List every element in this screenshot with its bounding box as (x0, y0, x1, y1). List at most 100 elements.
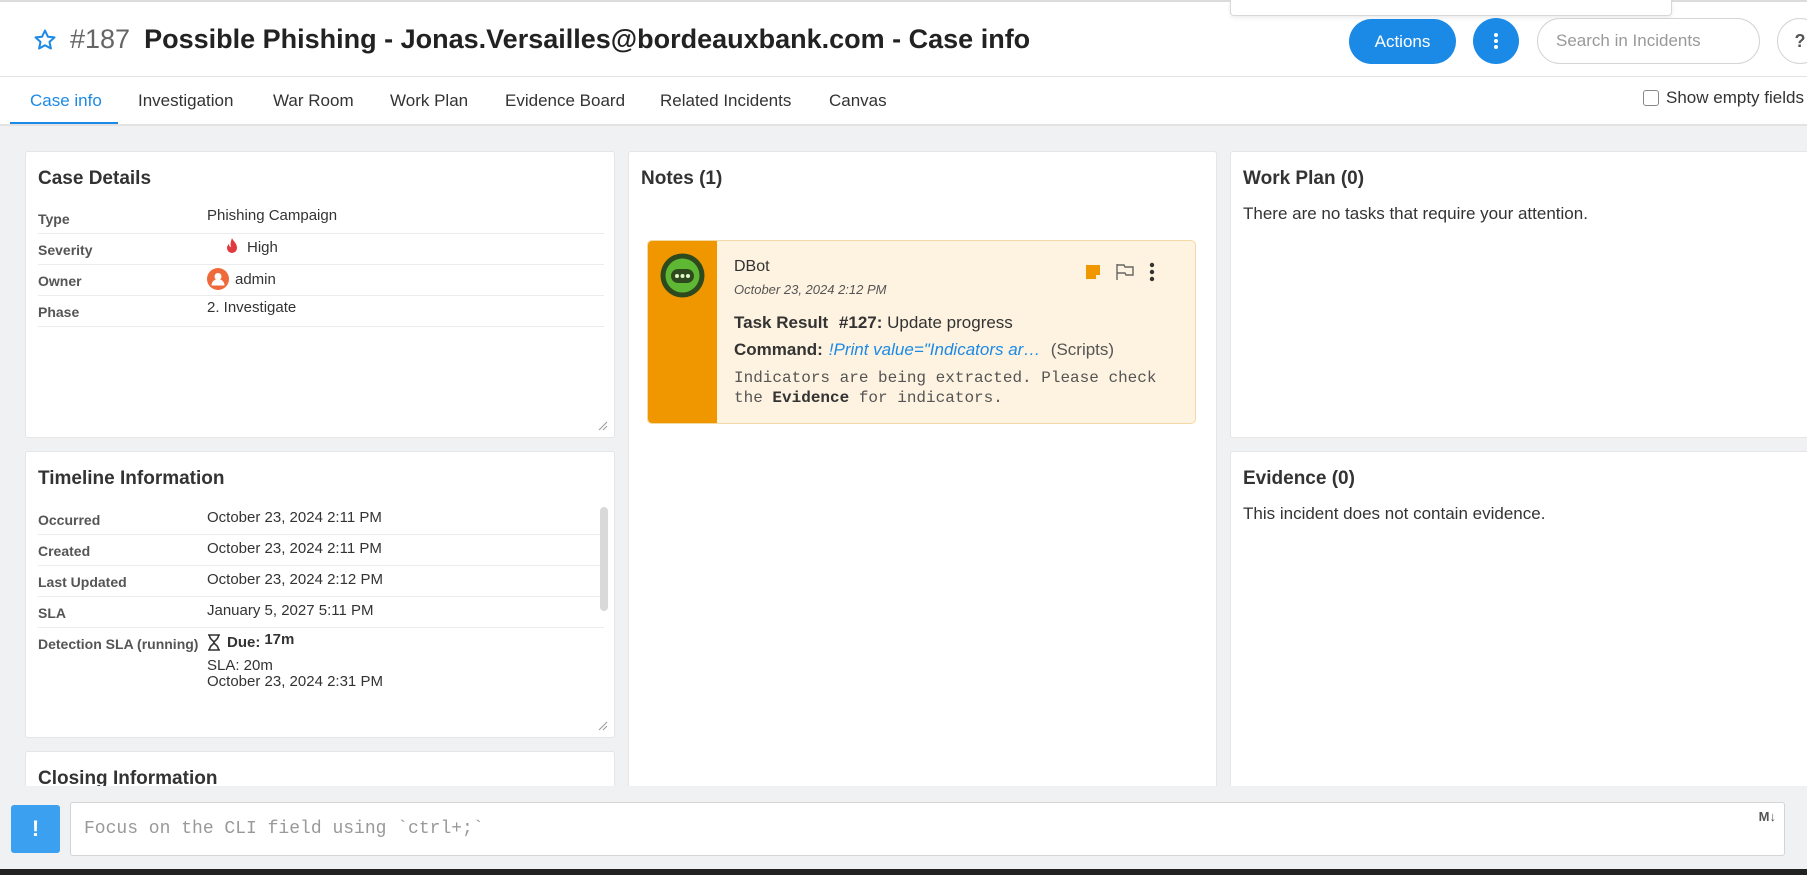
note-color-bar (648, 241, 717, 423)
field-label: Owner (38, 273, 82, 289)
owner-label: admin (235, 270, 276, 288)
due-label: Due: (227, 634, 261, 651)
field-value: October 23, 2024 2:11 PM (207, 540, 382, 557)
timeline-row-occurred: Occurred October 23, 2024 2:11 PM (38, 504, 604, 535)
notes-title: Notes (1) (641, 168, 723, 189)
detail-row-type: Type Phishing Campaign (38, 203, 604, 234)
timeline-title: Timeline Information (38, 468, 225, 489)
show-empty-fields-toggle[interactable]: Show empty fields (1643, 88, 1804, 108)
note-author: DBot (734, 258, 770, 275)
search-incidents-input[interactable]: Search in Incidents (1537, 18, 1760, 64)
resize-handle-icon[interactable] (596, 419, 608, 431)
page-header: #187 Possible Phishing - Jonas.Versaille… (0, 0, 1807, 77)
field-label: Occurred (38, 512, 101, 528)
timeline-information-card: Timeline Information Occurred October 23… (25, 451, 615, 738)
field-value: October 23, 2024 2:12 PM (207, 571, 383, 588)
flame-icon (223, 237, 241, 257)
note-body-text-end: for indicators. (849, 389, 1003, 407)
note-actions (1085, 262, 1155, 282)
field-label: Last Updated (38, 574, 127, 590)
note-item: DBot October 23, 2024 2:12 PM Task Resul… (647, 240, 1196, 424)
type-value: Phishing Campaign (207, 207, 338, 224)
more-options-button[interactable] (1473, 18, 1519, 64)
actions-button[interactable]: Actions (1349, 19, 1456, 64)
phase-label: 2. Investigate (207, 299, 297, 316)
case-details-title: Case Details (38, 168, 152, 189)
task-result-line: Task Result #127: Update progress (734, 313, 1013, 333)
field-label: Phase (38, 304, 80, 320)
active-tab-indicator (10, 122, 118, 124)
command-label: Command: (734, 340, 823, 359)
due-value: 17m (264, 631, 295, 648)
work-plan-empty-text: There are no tasks that require your att… (1243, 204, 1588, 223)
field-label: Type (38, 211, 70, 227)
case-title: Possible Phishing - Jonas.Versailles@bor… (144, 24, 1031, 54)
work-plan-title: Work Plan (0) (1243, 168, 1365, 189)
timeline-row-detection-sla: Detection SLA (running) Due: 17m SLA: 20… (38, 628, 604, 718)
detail-row-severity: Severity High (38, 234, 604, 265)
evidence-title: Evidence (0) (1243, 468, 1355, 489)
hourglass-icon (208, 634, 220, 651)
sla-due: Due: 17m (207, 631, 295, 651)
tab-bar: Case info Investigation War Room Work Pl… (0, 77, 1807, 126)
case-number: #187 (70, 24, 131, 54)
cli-placeholder: Focus on the CLI field using `ctrl+;` (84, 819, 484, 839)
tab-canvas[interactable]: Canvas (829, 77, 887, 124)
owner-value[interactable]: admin (207, 268, 276, 290)
field-value[interactable]: Phishing Campaign (207, 207, 337, 224)
markdown-icon[interactable]: M↓ (1759, 809, 1776, 824)
tab-work-plan[interactable]: Work Plan (390, 77, 468, 124)
vertical-dots-icon (1494, 33, 1498, 49)
evidence-card: Evidence (0) This incident does not cont… (1230, 451, 1807, 811)
tab-war-room[interactable]: War Room (273, 77, 354, 124)
timeline-row-sla: SLA January 5, 2027 5:11 PM (38, 597, 604, 628)
timeline-row-last-updated: Last Updated October 23, 2024 2:12 PM (38, 566, 604, 597)
note-date: October 23, 2024 2:12 PM (734, 282, 887, 297)
phase-value[interactable]: 2. Investigate (207, 299, 296, 316)
flag-icon[interactable] (1115, 263, 1135, 281)
help-button[interactable]: ? (1777, 18, 1807, 64)
tab-evidence-board[interactable]: Evidence Board (505, 77, 625, 124)
tab-related-incidents[interactable]: Related Incidents (660, 77, 791, 124)
show-empty-fields-label: Show empty fields (1666, 88, 1804, 107)
tab-case-info[interactable]: Case info (30, 77, 102, 124)
star-icon[interactable] (33, 28, 57, 52)
evidence-empty-text: This incident does not contain evidence. (1243, 504, 1546, 523)
note-icon[interactable] (1085, 264, 1101, 280)
detail-row-phase: Phase 2. Investigate (38, 296, 604, 327)
cli-command-prefix-button[interactable]: ! (11, 805, 60, 853)
vertical-dots-icon[interactable] (1149, 262, 1155, 282)
work-plan-card: Work Plan (0) There are no tasks that re… (1230, 151, 1807, 438)
field-label: Created (38, 543, 91, 559)
command-link[interactable]: !Print value="Indicators are being extra… (829, 340, 1045, 360)
resize-handle-icon[interactable] (596, 719, 608, 731)
detail-row-owner: Owner admin (38, 265, 604, 296)
page-title: #187 Possible Phishing - Jonas.Versaille… (33, 24, 1030, 55)
show-empty-fields-checkbox[interactable] (1643, 90, 1659, 106)
task-name: Update progress (887, 313, 1013, 332)
field-value: October 23, 2024 2:11 PM (207, 509, 382, 526)
scrollbar-thumb[interactable] (600, 507, 608, 611)
note-body: Indicators are being extracted. Please c… (734, 368, 1174, 408)
sla-duration: SLA: 20m (207, 657, 273, 674)
severity-label: High (247, 238, 278, 256)
severity-value[interactable]: High (223, 237, 278, 257)
cli-input[interactable]: Focus on the CLI field using `ctrl+;` M↓ (70, 802, 1785, 856)
field-label: Severity (38, 242, 93, 258)
dropdown-popup (1230, 0, 1672, 16)
window-bottom-edge (0, 869, 1807, 875)
command-line: Command: !Print value="Indicators are be… (734, 340, 1114, 360)
timeline-row-created: Created October 23, 2024 2:11 PM (38, 535, 604, 566)
field-label: Detection SLA (running) (38, 636, 199, 652)
tab-investigation[interactable]: Investigation (138, 77, 233, 124)
command-source: (Scripts) (1050, 340, 1115, 359)
field-label: SLA (38, 605, 66, 621)
field-value: January 5, 2027 5:11 PM (207, 602, 374, 619)
sla-date: October 23, 2024 2:31 PM (207, 673, 383, 690)
task-id: #127: (838, 313, 883, 332)
task-result-label: Task Result (734, 313, 829, 332)
dbot-avatar-icon (660, 253, 705, 298)
case-details-card: Case Details Type Phishing Campaign Seve… (25, 151, 615, 438)
user-icon (207, 268, 229, 290)
evidence-emphasis: Evidence (772, 389, 850, 407)
